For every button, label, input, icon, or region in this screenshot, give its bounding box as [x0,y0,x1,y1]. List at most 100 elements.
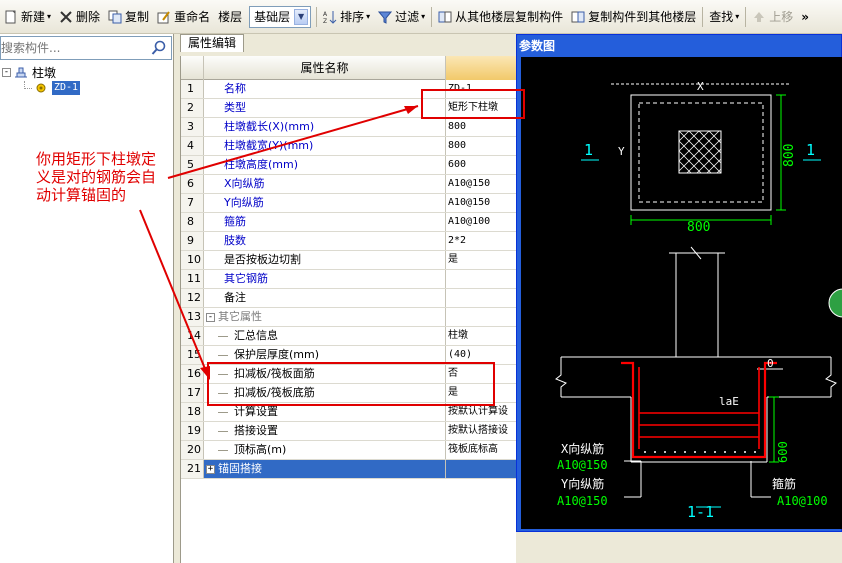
green-circle-icon[interactable] [828,288,842,318]
table-row[interactable]: 17 扣减板/筏板底筋是 [181,384,517,403]
table-row[interactable]: 20 顶标高(m) 筏板底标高 [181,441,517,460]
slab-break-right [825,357,837,397]
table-row[interactable]: 11 其它钢筋 [181,270,517,289]
tree-item-column-pier[interactable]: - 柱墩 [0,64,56,80]
new-label: 新建 [21,10,46,24]
property-name: 计算设置 [234,405,278,418]
table-row[interactable]: 5 柱墩高度(mm) 600 [181,156,517,175]
delete-button[interactable]: 删除 [55,5,104,29]
table-row[interactable]: 10 是否按板边切割 是 [181,251,517,270]
move-up-button[interactable]: 上移 [748,5,797,29]
x-bar-label: X向纵筋 [561,441,604,456]
tab-property-edit[interactable]: 属性编辑 [180,34,244,52]
property-value-cell[interactable]: 矩形下柱墩 [446,99,517,117]
y-bar-label: Y向纵筋 [561,476,604,491]
table-row[interactable]: 8 箍筋 A10@100 [181,213,517,232]
tree-connector [218,355,228,356]
table-row[interactable]: 4 柱墩截宽(Y)(mm) 800 [181,137,517,156]
search-box [0,36,172,60]
property-value-cell[interactable]: 柱墩 [446,327,517,345]
row-number: 5 [181,156,204,174]
table-row[interactable]: 18 计算设置 按默认计算设 [181,403,517,422]
rename-button[interactable]: 重命名 [153,5,214,29]
column-pier-icon [14,65,28,79]
property-value-cell[interactable] [446,308,517,326]
table-row[interactable]: 7 Y向纵筋 A10@150 [181,194,517,213]
tree-item-zd1[interactable]: ZD-1 [24,80,81,96]
row-number: 21 [181,460,204,478]
property-value-cell[interactable]: 筏板底标高 [446,441,517,459]
tree-connector [218,393,228,394]
expand-icon[interactable]: + [206,464,215,474]
table-row[interactable]: 13- 其它属性 [181,308,517,327]
property-value-cell[interactable]: A10@100 [446,213,517,231]
property-name-cell: Y向纵筋 [204,194,446,212]
filter-button[interactable]: 过滤 ▾ [374,5,429,29]
search-input[interactable] [1,38,141,58]
toolbar-overflow-button[interactable]: » [797,5,813,29]
property-value-cell[interactable] [446,460,517,478]
property-name: 顶标高(m) [234,443,287,456]
property-name: 箍筋 [224,215,246,228]
table-row[interactable]: 3 柱墩截长(X)(mm) 800 [181,118,517,137]
component-tree-panel: - 柱墩 ZD-1 [0,34,174,563]
search-icon[interactable] [149,39,169,57]
find-button[interactable]: 查找 ▾ [705,5,743,29]
property-value-cell[interactable]: 按默认搭接设 [446,422,517,440]
table-row[interactable]: 1 名称 ZD-1 [181,80,517,99]
property-name-cell: 计算设置 [204,403,446,421]
column-hatch [678,130,722,174]
property-value-cell[interactable]: 2*2 [446,232,517,250]
property-name-cell: 保护层厚度(mm) [204,346,446,364]
property-value-cell[interactable]: 否 [446,365,517,383]
row-number: 16 [181,365,204,383]
property-value-cell[interactable]: 600 [446,156,517,174]
property-value-cell[interactable]: 800 [446,137,517,155]
property-value-cell[interactable] [446,289,517,307]
collapse-icon[interactable]: - [2,67,11,77]
rebar [621,361,777,459]
sort-button[interactable]: AZ 排序 ▾ [319,5,374,29]
property-name-cell: + 锚固搭接 [204,460,446,478]
property-value-cell[interactable] [446,270,517,288]
copy-to-floor-button[interactable]: 复制构件到其他楼层 [567,5,700,29]
floor-select[interactable]: 基础层 ▼ [249,5,312,28]
property-value-cell[interactable]: A10@150 [446,194,517,212]
property-value-cell[interactable]: (40) [446,346,517,364]
column-break-line [669,246,725,260]
zero-label: 0 [767,357,774,370]
property-name-cell: 箍筋 [204,213,446,231]
plan-y-label: Y [618,145,625,158]
copy-button[interactable]: 复制 [104,5,153,29]
property-value-cell[interactable]: 是 [446,384,517,402]
table-row[interactable]: 6 X向纵筋 A10@150 [181,175,517,194]
property-value-cell[interactable]: A10@150 [446,175,517,193]
plan-width-label: 800 [687,220,710,235]
property-name: 柱墩高度(mm) [224,158,299,171]
table-row[interactable]: 15 保护层厚度(mm) (40) [181,346,517,365]
table-row[interactable]: 12 备注 [181,289,517,308]
property-value-cell[interactable]: 800 [446,118,517,136]
depth-label: 600 [776,441,790,463]
row-number: 9 [181,232,204,250]
property-value-cell[interactable]: ZD-1 [446,80,517,98]
property-value-cell[interactable]: 按默认计算设 [446,403,517,421]
copy-from-floor-button[interactable]: 从其他楼层复制构件 [434,5,567,29]
table-row[interactable]: 14 汇总信息 柱墩 [181,327,517,346]
table-row[interactable]: 16 扣减板/筏板面筋否 [181,365,517,384]
toolbar-separator [431,6,433,27]
table-row[interactable]: 2 类型 矩形下柱墩 [181,99,517,118]
chevron-down-icon[interactable]: ▼ [294,8,309,25]
property-name: 搭接设置 [234,424,278,437]
row-number: 7 [181,194,204,212]
row-number: 11 [181,270,204,288]
property-value-cell[interactable]: 是 [446,251,517,269]
table-row[interactable]: 19 搭接设置 按默认搭接设 [181,422,517,441]
new-button[interactable]: 新建 ▾ [0,5,55,29]
find-label: 查找 [709,10,734,24]
collapse-icon[interactable]: - [206,312,215,322]
property-name-cell: 搭接设置 [204,422,446,440]
table-row[interactable]: 21 + 锚固搭接 [181,460,517,479]
filter-label: 过滤 [395,10,420,24]
table-row[interactable]: 9 肢数 2*2 [181,232,517,251]
